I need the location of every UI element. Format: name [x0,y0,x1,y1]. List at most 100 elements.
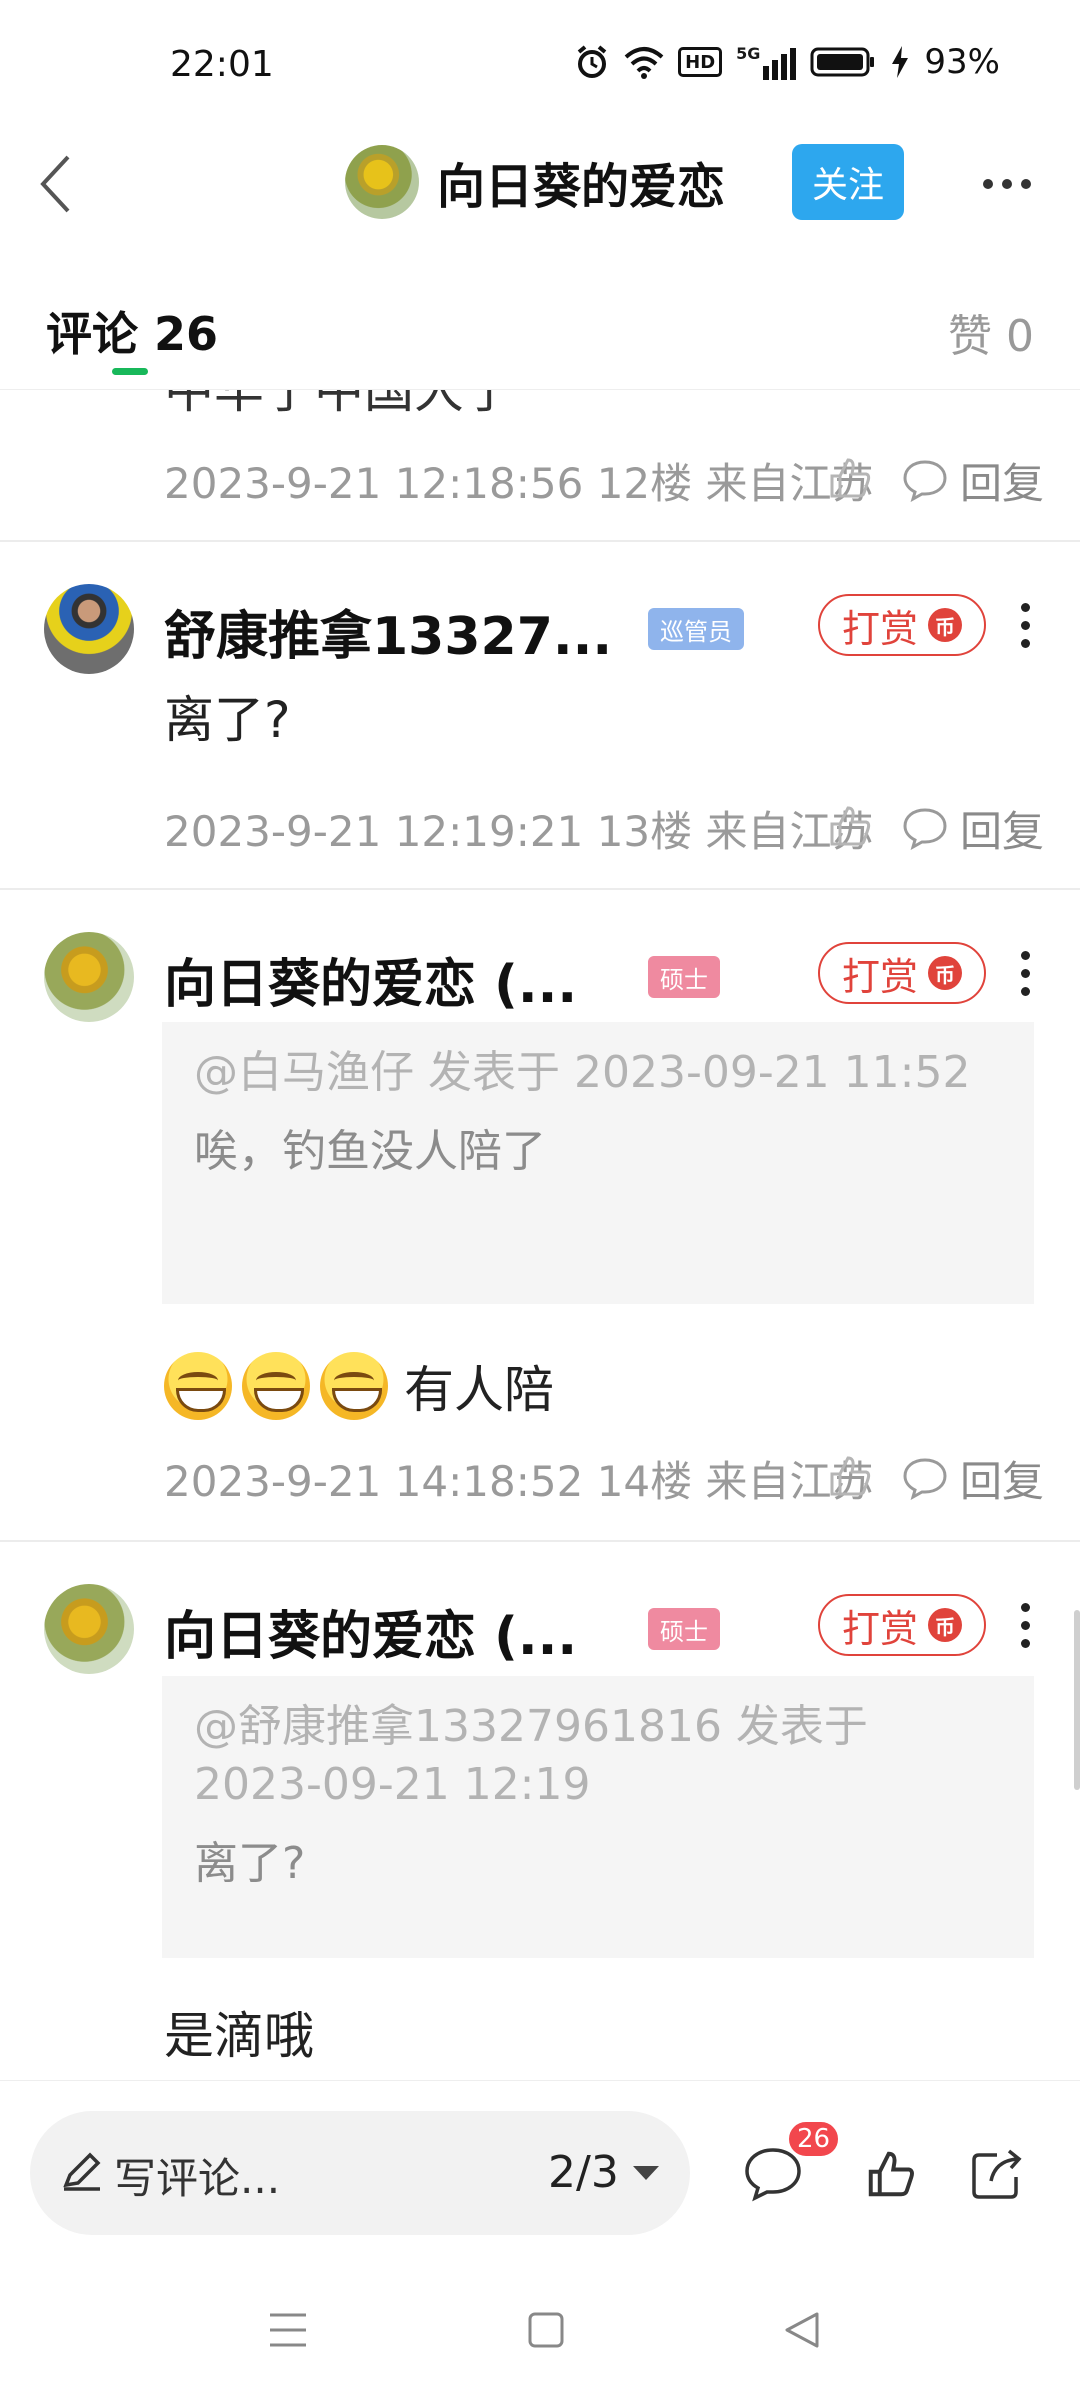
thumbs-up-icon[interactable] [826,1452,874,1500]
user-avatar[interactable] [44,1584,134,1674]
square-icon [528,2312,564,2348]
reply-bubble-icon[interactable] [902,806,948,850]
comment-meta-text: 2023-9-21 12:19:21 13楼 来自江苏 [164,806,874,856]
quoted-comment[interactable]: @舒康推拿13327961816 发表于 2023-09-21 12:19 离了… [162,1676,1034,1958]
comment-meta-text: 2023-9-21 14:18:52 14楼 来自江苏 [164,1456,874,1506]
level-badge: 硕士 [648,956,720,998]
back-button[interactable] [20,144,90,224]
chevron-left-icon [40,155,70,213]
page-header: 向日葵的爱恋 关注 [0,136,1080,226]
charging-icon [892,46,909,78]
author-info[interactable]: 向日葵的爱恋 [345,142,725,222]
grin-emoji-icon [320,1352,388,1420]
tip-button[interactable]: 打赏 币 [818,594,986,656]
quote-meta: @舒康推拿13327961816 发表于 2023-09-21 12:19 [194,1701,868,1810]
home-button[interactable] [506,2300,586,2360]
username[interactable]: 向日葵的爱恋 (... [164,942,577,1017]
battery-icon [810,47,875,77]
comment-actions: 回复 [830,1448,1044,1509]
thumbs-up-icon[interactable] [826,454,874,502]
tip-button[interactable]: 打赏 币 [818,1594,986,1656]
reply-button[interactable]: 回复 [960,798,1044,859]
quote-meta: @白马渔仔 发表于 2023-09-21 11:52 [194,1047,971,1098]
follow-button[interactable]: 关注 [792,144,904,220]
share-icon [972,2149,1022,2199]
recents-button[interactable] [248,2300,328,2360]
author-avatar[interactable] [345,145,419,219]
status-bar: 22:01 HD 5G 93% [0,0,1080,136]
comment-text: 是滴哦 [164,2007,314,2065]
tip-button[interactable]: 打赏 币 [818,942,986,1004]
reply-bubble-icon[interactable] [902,1456,948,1500]
comment-meta-text: 2023-9-21 12:18:56 12楼 来自江苏 [164,458,874,508]
comment-count-badge: 26 [786,2119,842,2159]
more-options-button[interactable] [972,154,1042,214]
alarm-icon [577,45,607,78]
status-icons: HD 5G 93% [574,40,1000,84]
back-nav-button[interactable] [762,2300,842,2360]
wifi-icon [624,47,664,79]
reply-button[interactable]: 回复 [960,1448,1044,1509]
page-selector[interactable]: 2/3 [548,2147,659,2198]
divider [0,1540,1080,1542]
signal-icon: 5G [736,44,797,80]
scrollbar[interactable] [1074,1610,1080,1790]
level-badge: 硕士 [648,1608,720,1650]
tip-label: 打赏 [841,954,918,999]
bottom-action-bar: 写评论... 2/3 26 [0,2080,1080,2260]
coin-icon: 币 [928,956,962,990]
tab-comments-count: 26 [154,307,219,361]
dot-icon [983,179,993,189]
divider [0,540,1080,542]
comment-header: 舒康推拿13327... 巡管员 打赏 币 [0,576,1080,676]
comment-more-button[interactable] [1010,938,1040,1008]
pencil-icon [63,2152,101,2191]
quoted-comment[interactable]: @白马渔仔 发表于 2023-09-21 11:52 唉，钓鱼没人陪了 [162,1022,1034,1304]
thumbs-up-icon [868,2151,914,2197]
comment-text: 有人陪 [404,1361,554,1419]
comment-more-button[interactable] [1010,590,1040,660]
page-indicator: 2/3 [548,2147,619,2198]
comment-text: 离了? [164,691,291,749]
tip-label: 打赏 [841,1606,918,1651]
reply-button[interactable]: 回复 [960,450,1044,511]
comment-input[interactable]: 写评论... 2/3 [30,2111,690,2235]
thumbs-up-icon[interactable] [826,802,874,850]
divider [0,888,1080,890]
comment-text-row: 有人陪 [164,1350,554,1422]
dot-icon [1002,179,1012,189]
tab-comments-label: 评论 [46,307,138,361]
comment-input-placeholder: 写评论... [114,2154,281,2203]
username[interactable]: 舒康推拿13327... [164,594,612,669]
user-avatar[interactable] [44,584,134,674]
coin-icon: 币 [928,1608,962,1642]
tab-likes-count: 0 [1006,311,1034,362]
reply-bubble-icon[interactable] [902,458,948,502]
quote-text: 唉，钓鱼没人陪了 [194,1126,546,1177]
tab-likes-label: 赞 [948,311,992,362]
quote-text: 离了? [194,1838,306,1889]
grin-emoji-icon [242,1352,310,1420]
triangle-back-icon [785,2312,819,2348]
comment-text-partial: 中华了中国大了 [164,390,514,419]
user-avatar[interactable] [44,932,134,1022]
dot-icon [1021,179,1031,189]
comment-meta: 2023-9-21 12:18:56 12楼 来自江苏 回复 [164,450,1044,510]
username[interactable]: 向日葵的爱恋 (... [164,1594,577,1669]
author-name[interactable]: 向日葵的爱恋 [437,147,725,217]
battery-percent: 93% [924,42,1000,82]
coin-icon: 币 [928,608,962,642]
tab-comments[interactable]: 评论 26 [46,298,218,364]
comment-actions: 回复 [830,450,1044,511]
menu-lines-icon [270,2313,306,2347]
comment-more-button[interactable] [1010,1590,1040,1660]
like-button[interactable] [856,2139,926,2209]
comment-meta: 2023-9-21 14:18:52 14楼 来自江苏 回复 [164,1448,1044,1508]
share-button[interactable] [962,2139,1032,2209]
comment-meta: 2023-9-21 12:19:21 13楼 来自江苏 回复 [164,798,1044,858]
network-type-label: 5G [736,44,761,63]
comment-feed[interactable]: 中华了中国大了 2023-9-21 12:18:56 12楼 来自江苏 回复 舒… [0,390,1080,2080]
tab-likes[interactable]: 赞 0 [948,300,1034,364]
tab-bar: 评论 26 赞 0 [0,280,1080,390]
status-time: 22:01 [170,44,274,85]
